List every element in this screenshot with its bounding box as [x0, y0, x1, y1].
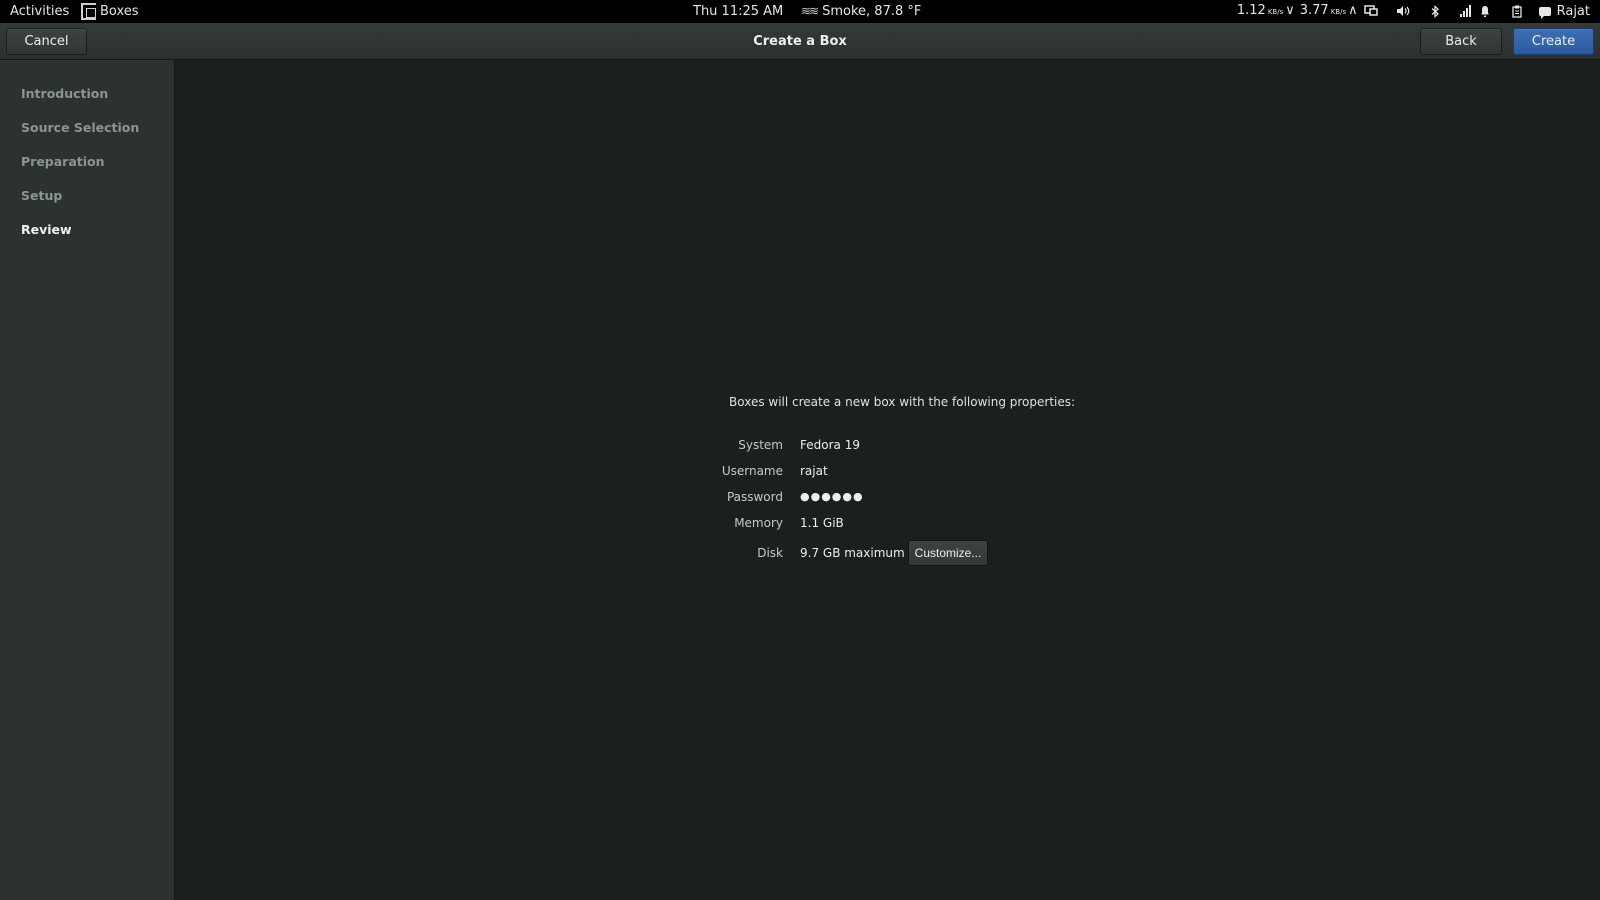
net-up-unit: KB/s — [1330, 8, 1347, 16]
clipboard-icon[interactable] — [1510, 5, 1524, 19]
property-label-system: System — [738, 438, 783, 452]
net-down-value: 1.12 — [1236, 3, 1266, 18]
signal-icon[interactable] — [1460, 4, 1474, 19]
property-label-username: Username — [721, 464, 783, 478]
net-down-unit: KB/s — [1267, 8, 1284, 16]
step-review: Review — [21, 222, 72, 237]
header-bar: Create a Box Cancel Back Create — [0, 23, 1600, 60]
notification-bell-icon[interactable] — [1478, 5, 1492, 19]
cancel-button[interactable]: Cancel — [6, 28, 87, 55]
step-source-selection: Source Selection — [21, 120, 140, 135]
activities-button[interactable]: Activities — [10, 0, 69, 23]
down-arrow-icon: ∨ — [1285, 3, 1295, 18]
back-button[interactable]: Back — [1420, 28, 1502, 55]
property-value-username: rajat — [800, 464, 828, 478]
fog-icon: ≋≋ — [801, 4, 819, 18]
create-button[interactable]: Create — [1513, 28, 1594, 55]
step-preparation: Preparation — [21, 154, 105, 169]
property-label-disk: Disk — [757, 546, 783, 560]
step-setup: Setup — [21, 188, 63, 203]
user-menu[interactable]: Rajat — [1538, 0, 1590, 23]
user-name: Rajat — [1556, 4, 1590, 19]
status-area: 1.12 KB/s ∨ 3.77 KB/s ∧ Rajat — [1237, 0, 1590, 23]
property-value-password: ●●●●●● — [800, 490, 864, 503]
review-intro-text: Boxes will create a new box with the fol… — [729, 395, 1076, 409]
property-value-system: Fedora 19 — [800, 438, 860, 452]
network-speed[interactable]: 1.12 KB/s ∨ 3.77 KB/s ∧ — [1237, 0, 1358, 24]
clock[interactable]: Thu 11:25 AM — [693, 0, 783, 23]
property-label-password: Password — [726, 490, 783, 504]
customize-button[interactable]: Customize... — [908, 540, 988, 566]
top-bar: Activities Boxes Thu 11:25 AM ≋≋ Smoke, … — [0, 0, 1600, 23]
bluetooth-icon[interactable] — [1428, 4, 1442, 19]
display-icon[interactable] — [1363, 4, 1378, 19]
wizard-steps-sidebar: Introduction Source Selection Preparatio… — [0, 60, 175, 900]
property-label-memory: Memory — [734, 516, 783, 530]
step-introduction: Introduction — [21, 86, 109, 101]
dialog-title: Create a Box — [753, 34, 847, 49]
chat-status-icon — [1538, 7, 1551, 19]
weather-indicator[interactable]: ≋≋ Smoke, 87.8 °F — [801, 0, 921, 23]
review-page — [176, 60, 1600, 900]
volume-icon[interactable] — [1396, 5, 1410, 19]
app-menu[interactable]: Boxes — [81, 0, 139, 23]
up-arrow-icon: ∧ — [1348, 3, 1358, 18]
property-value-memory: 1.1 GiB — [800, 516, 844, 530]
boxes-app-icon — [81, 3, 96, 20]
weather-text: Smoke, 87.8 °F — [822, 4, 922, 19]
net-up-value: 3.77 — [1299, 3, 1329, 18]
app-name: Boxes — [100, 4, 139, 19]
property-value-disk: 9.7 GB maximum — [800, 546, 905, 560]
